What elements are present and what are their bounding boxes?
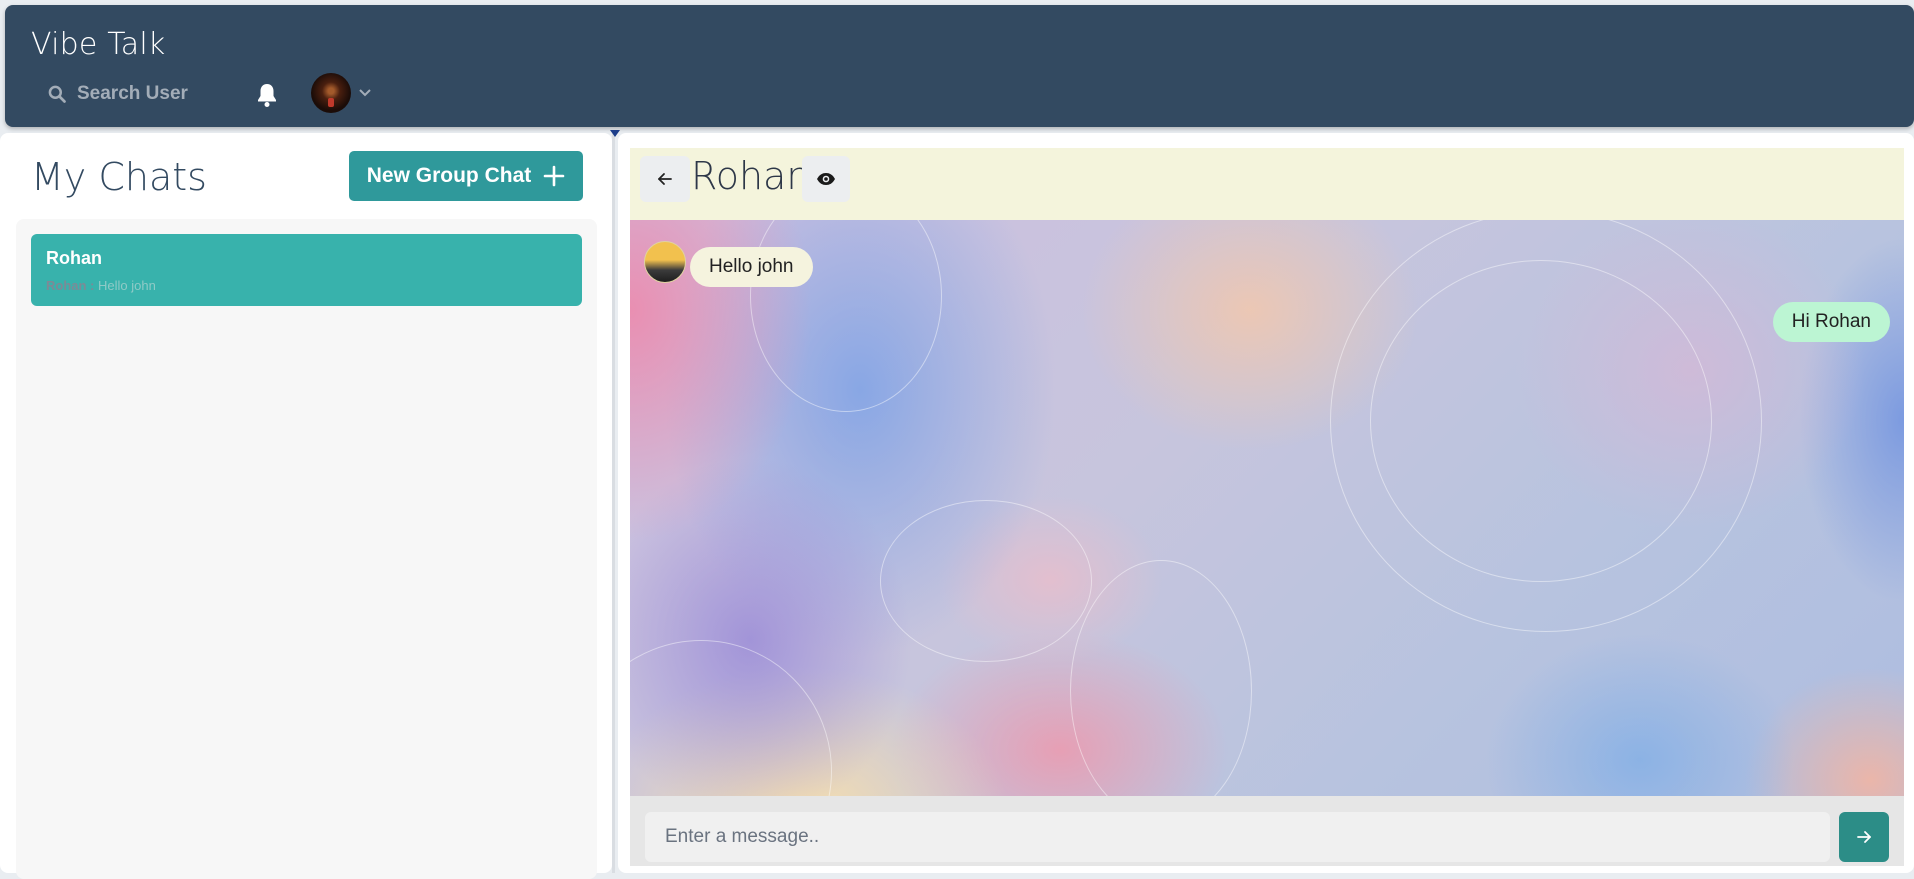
notification-bell[interactable] [255, 82, 279, 113]
user-avatar [311, 73, 351, 113]
bell-icon [258, 84, 276, 107]
eye-icon [817, 173, 835, 185]
background-swirl [1370, 260, 1712, 582]
chat-list-item[interactable]: Rohan Rohan : Hello john [31, 234, 582, 306]
arrow-right-icon [1857, 831, 1871, 843]
new-group-chat-button[interactable]: New Group Chat [349, 151, 583, 201]
chat-item-name: Rohan [46, 248, 102, 268]
chat-item-last-message: Hello john [98, 278, 156, 293]
message-input[interactable] [645, 812, 1830, 862]
my-chats-title: My Chats [31, 155, 207, 199]
plus-icon [543, 165, 565, 187]
view-profile-button[interactable] [802, 156, 850, 202]
panel-divider [610, 130, 620, 873]
message-bubble-incoming: Hello john [690, 247, 813, 287]
chat-item-sender: Rohan : [46, 278, 95, 293]
message-bubble-outgoing: Hi Rohan [1772, 302, 1890, 342]
background-swirl [630, 640, 832, 796]
app-title: Vibe Talk [31, 27, 166, 62]
back-button[interactable] [640, 156, 690, 202]
background-swirl [1070, 560, 1252, 796]
arrow-left-icon [658, 173, 672, 185]
search-user-label: Search User [77, 83, 188, 104]
chat-title: Rohan [691, 154, 811, 198]
chat-list [16, 219, 597, 879]
new-group-chat-label: New Group Chat [366, 164, 532, 187]
message-area: Hello john Hi Rohan [630, 220, 1904, 796]
profile-menu[interactable] [311, 73, 371, 113]
background-swirl [880, 500, 1092, 662]
send-button[interactable] [1839, 812, 1889, 862]
chevron-down-icon [359, 89, 371, 97]
app-header: Vibe Talk Search User [5, 5, 1914, 127]
sender-avatar [644, 241, 686, 283]
chat-item-preview: Rohan : Hello john [46, 278, 156, 293]
search-icon [48, 85, 66, 103]
search-user-button[interactable]: Search User [47, 79, 188, 109]
